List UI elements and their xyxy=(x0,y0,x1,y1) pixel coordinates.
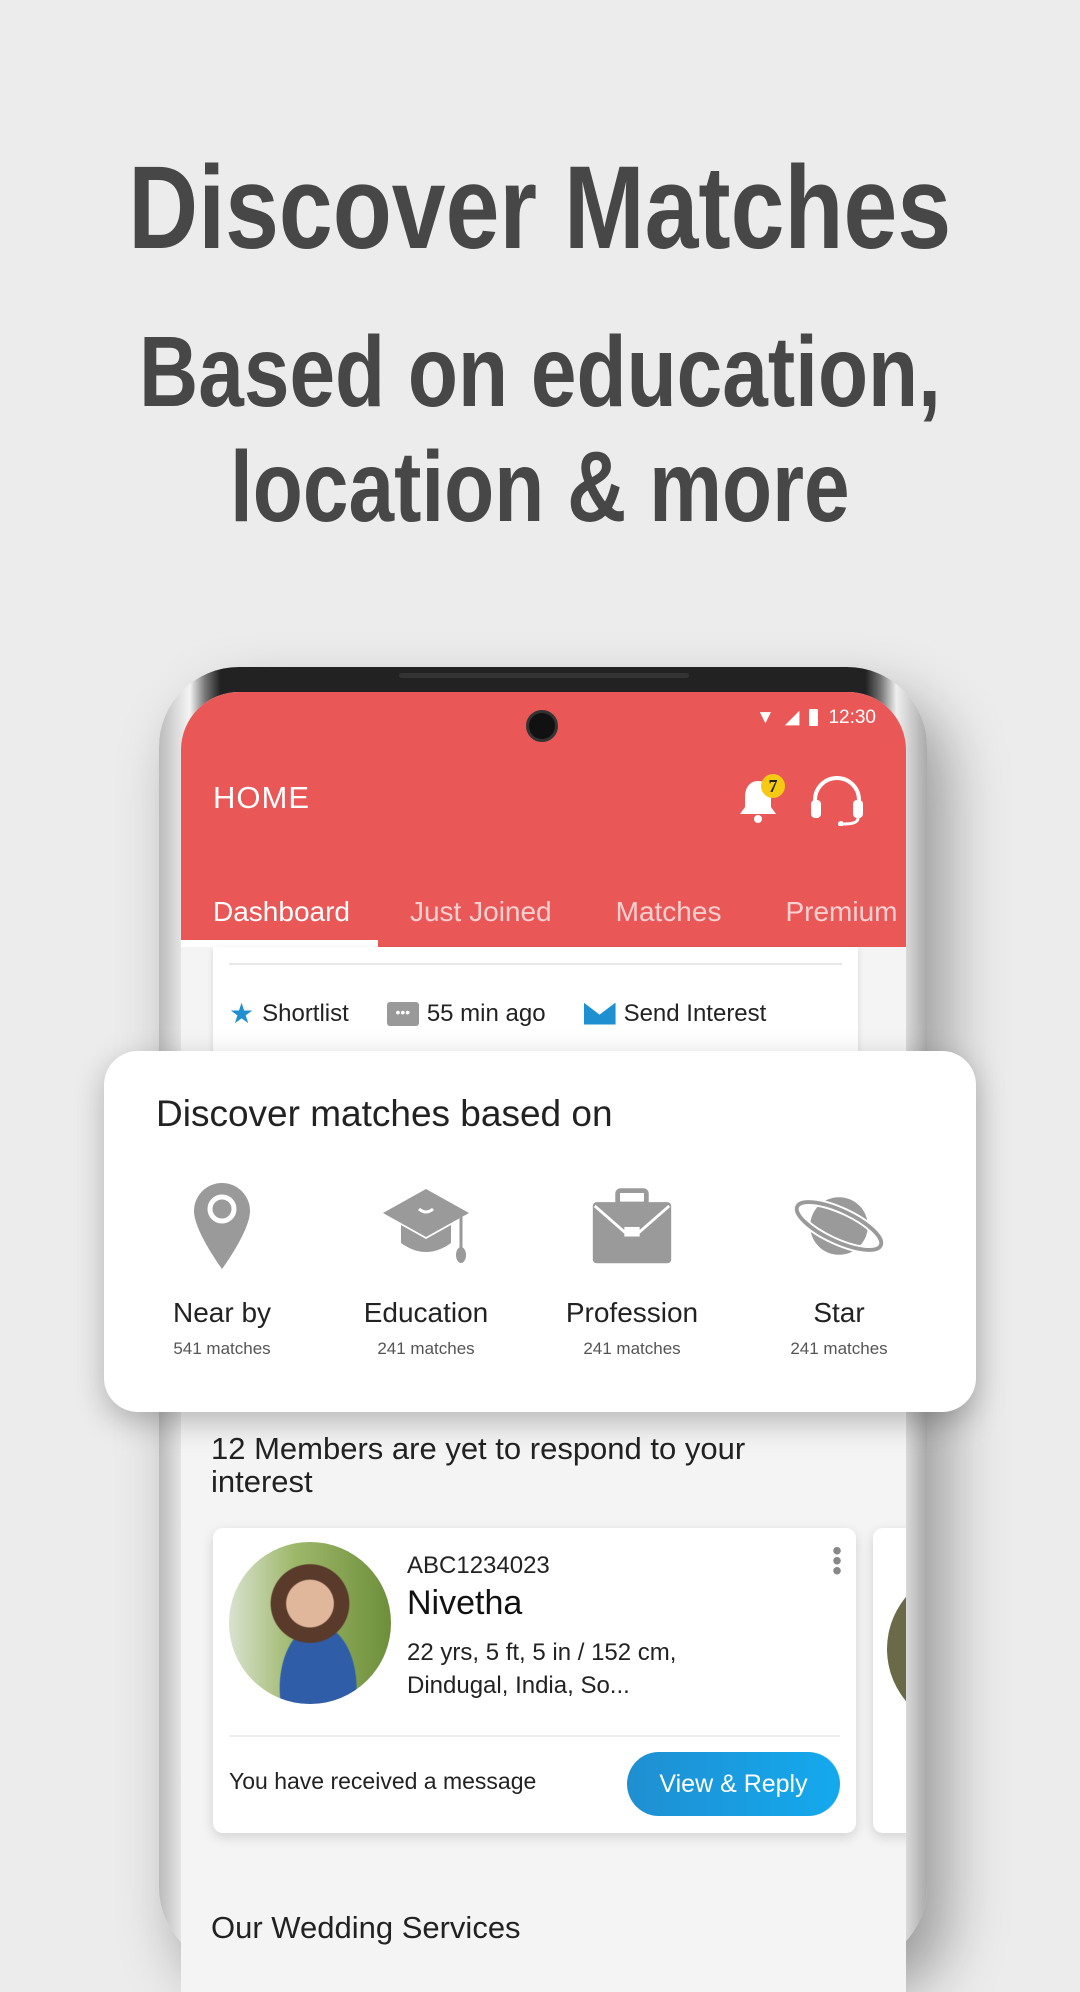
send-interest-button[interactable]: Send Interest xyxy=(583,1000,766,1028)
briefcase-icon xyxy=(592,1188,672,1264)
app-header: ▼ ◢ 12:30 HOME 7 Dashboard Just Joined M… xyxy=(181,692,906,947)
discover-matches-card: Discover matches based on Near by 541 ma… xyxy=(104,1051,976,1412)
notification-badge: 7 xyxy=(761,774,785,798)
profile-name: Nivetha xyxy=(407,1584,523,1622)
last-seen: ••• 55 min ago xyxy=(386,1000,546,1028)
graduation-cap-icon xyxy=(383,1189,469,1263)
location-pin-icon xyxy=(194,1183,250,1269)
star-icon: ★ xyxy=(229,998,255,1029)
battery-icon xyxy=(809,709,819,726)
tab-matches[interactable]: Matches xyxy=(584,877,754,947)
members-heading: 12 Members are yet to respond to your in… xyxy=(211,1431,746,1499)
tab-just-joined[interactable]: Just Joined xyxy=(378,877,584,947)
camera xyxy=(526,710,558,742)
chat-icon: ••• xyxy=(386,1001,419,1026)
message-status: You have received a message xyxy=(229,1768,537,1794)
headline-subtitle-2: location & more xyxy=(230,431,850,543)
avatar xyxy=(887,1568,906,1730)
discover-title: Discover matches based on xyxy=(156,1093,613,1134)
mail-icon xyxy=(583,1002,616,1025)
tab-premium[interactable]: Premium xyxy=(753,877,906,947)
signal-icon: ◢ xyxy=(784,707,800,728)
profile-id: ABC1234023 xyxy=(407,1552,550,1579)
status-bar: ▼ ◢ 12:30 xyxy=(756,706,876,729)
wifi-icon: ▼ xyxy=(756,706,775,728)
headset-icon[interactable] xyxy=(807,774,867,826)
profile-card[interactable]: ABC1234023 Nivetha 22 yrs, 5 ft, 5 in / … xyxy=(213,1528,856,1833)
avatar[interactable] xyxy=(229,1542,391,1704)
headline-title: Discover Matches xyxy=(128,142,952,274)
view-reply-button[interactable]: View & Reply xyxy=(627,1752,840,1816)
divider xyxy=(229,1735,840,1737)
clock: 12:30 xyxy=(828,706,876,728)
shortlist-button[interactable]: ★ Shortlist xyxy=(229,997,349,1030)
tab-bar: Dashboard Just Joined Matches Premium xyxy=(181,877,906,947)
divider xyxy=(229,963,842,965)
speaker xyxy=(399,673,689,678)
planet-icon xyxy=(792,1197,886,1255)
category-near-by[interactable]: Near by 541 matches xyxy=(122,1181,322,1359)
tab-dashboard[interactable]: Dashboard xyxy=(181,877,378,947)
category-profession[interactable]: Profession 241 matches xyxy=(532,1181,732,1359)
services-heading: Our Wedding Services xyxy=(211,1910,521,1945)
profile-card-previous: ★ Shortlist ••• 55 min ago Send Interest xyxy=(213,947,858,1067)
page-title: HOME xyxy=(213,780,310,815)
category-star[interactable]: Star 241 matches xyxy=(739,1181,939,1359)
next-profile-card[interactable] xyxy=(873,1528,906,1833)
more-options-icon[interactable]: • • • xyxy=(832,1537,842,1585)
headline-subtitle-1: Based on education, xyxy=(139,316,941,428)
category-education[interactable]: Education 241 matches xyxy=(326,1181,526,1359)
profile-details: 22 yrs, 5 ft, 5 in / 152 cm, Dindugal, In… xyxy=(407,1639,677,1699)
